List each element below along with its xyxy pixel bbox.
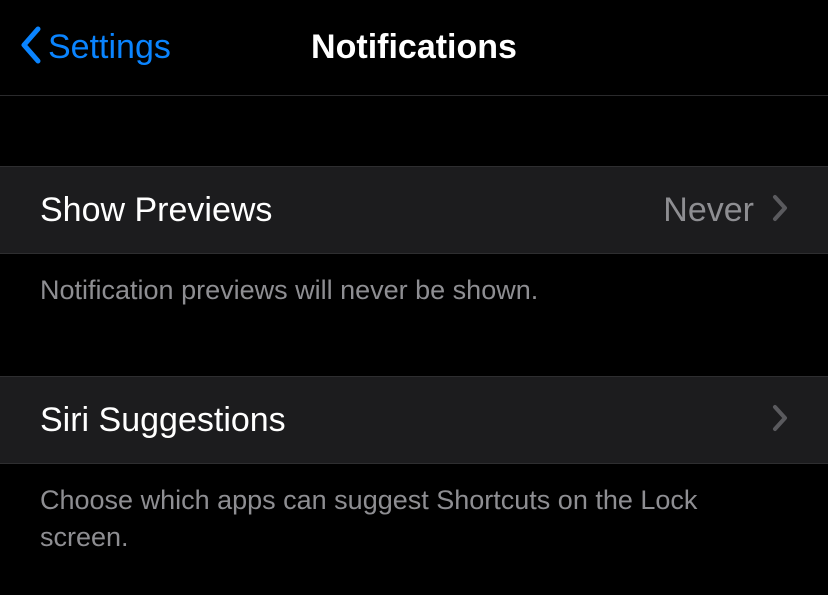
chevron-right-icon (772, 194, 788, 227)
page-title: Notifications (311, 28, 517, 67)
siri-suggestions-row[interactable]: Siri Suggestions (0, 376, 828, 464)
header: Settings Notifications (0, 0, 828, 96)
show-previews-footer: Notification previews will never be show… (0, 254, 828, 348)
show-previews-value: Never (663, 191, 754, 230)
row-right (772, 404, 788, 437)
back-button[interactable]: Settings (0, 25, 171, 70)
back-label: Settings (48, 28, 171, 67)
spacer (0, 96, 828, 166)
section-gap (0, 348, 828, 376)
chevron-left-icon (18, 25, 42, 70)
siri-suggestions-label: Siri Suggestions (40, 401, 286, 440)
row-right: Never (663, 191, 788, 230)
show-previews-row[interactable]: Show Previews Never (0, 166, 828, 254)
chevron-right-icon (772, 404, 788, 437)
siri-suggestions-footer: Choose which apps can suggest Shortcuts … (0, 464, 828, 595)
show-previews-label: Show Previews (40, 191, 272, 230)
